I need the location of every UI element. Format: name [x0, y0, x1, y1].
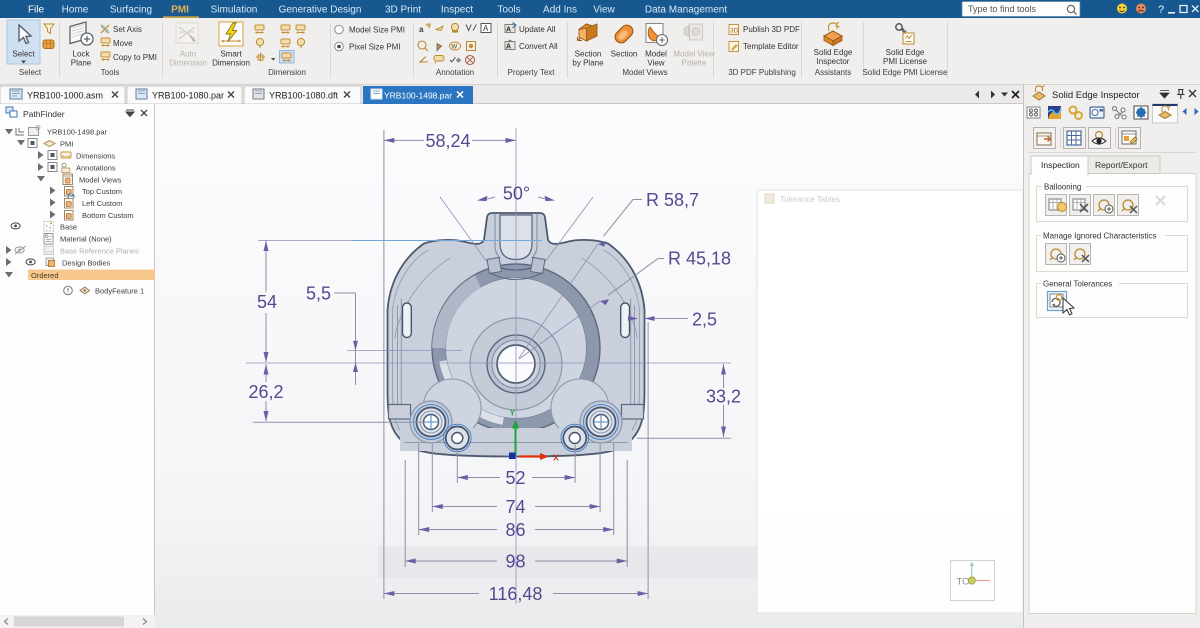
svg-text:Dimension: Dimension	[212, 59, 250, 68]
svg-text:Template Editor: Template Editor	[743, 42, 799, 51]
svg-text:A: A	[506, 44, 511, 51]
svg-text:Smart: Smart	[220, 50, 242, 59]
svg-text:Tolerance Tables: Tolerance Tables	[780, 195, 840, 204]
svg-text:2,5: 2,5	[692, 310, 717, 330]
svg-text:Palette: Palette	[682, 59, 707, 68]
svg-text:Manage Ignored Characteristics: Manage Ignored Characteristics	[1043, 232, 1156, 241]
svg-text:3D PDF Publishing: 3D PDF Publishing	[728, 68, 796, 77]
svg-text:Inspector: Inspector	[817, 57, 850, 66]
svg-text:Section: Section	[611, 50, 638, 59]
svg-text:Select: Select	[19, 68, 42, 77]
svg-text:74: 74	[505, 497, 525, 517]
svg-text:Type to find tools: Type to find tools	[968, 4, 1037, 14]
svg-text:Annotations: Annotations	[76, 164, 116, 173]
svg-text:PMI License: PMI License	[883, 57, 928, 66]
svg-text:Report/Export: Report/Export	[1095, 160, 1148, 170]
svg-text:File: File	[28, 5, 45, 16]
svg-text:98: 98	[505, 552, 525, 572]
svg-text:Inspection: Inspection	[1041, 160, 1080, 170]
svg-text:Update All: Update All	[519, 25, 556, 34]
svg-text:A: A	[483, 24, 489, 33]
svg-text:Home: Home	[62, 5, 89, 16]
svg-text:A: A	[506, 27, 511, 34]
svg-text:Base Reference Planes: Base Reference Planes	[60, 247, 139, 256]
svg-text:86: 86	[505, 520, 525, 540]
svg-text:Dimensions: Dimensions	[76, 152, 115, 161]
svg-text:Model Views: Model Views	[622, 68, 667, 77]
svg-text:R 58,7: R 58,7	[646, 190, 699, 210]
svg-text:Convert All: Convert All	[519, 42, 558, 51]
svg-text:50°: 50°	[503, 184, 530, 204]
svg-text:3D: 3D	[730, 28, 739, 35]
svg-text:Solid Edge PMI License: Solid Edge PMI License	[863, 68, 948, 77]
svg-text:Assistants: Assistants	[815, 68, 851, 77]
svg-text:?: ?	[1158, 4, 1164, 16]
svg-text:Bottom Custom: Bottom Custom	[82, 211, 134, 220]
svg-text:116,48: 116,48	[489, 584, 543, 604]
svg-text:PMI: PMI	[171, 5, 189, 16]
svg-text:X: X	[553, 453, 559, 463]
svg-text:Data Management: Data Management	[645, 5, 727, 16]
svg-text:Tools: Tools	[497, 5, 520, 16]
svg-text:Lock: Lock	[73, 50, 91, 59]
svg-text:General Tolerances: General Tolerances	[1043, 280, 1112, 289]
svg-text:Move: Move	[113, 39, 133, 48]
svg-text:Tools: Tools	[101, 68, 120, 77]
svg-text:Simulation: Simulation	[211, 5, 258, 16]
svg-text:View: View	[593, 5, 615, 16]
svg-text:Generative Design: Generative Design	[279, 5, 362, 16]
svg-text:YRB100-1080.par: YRB100-1080.par	[152, 91, 224, 101]
svg-text:Dimension: Dimension	[268, 68, 306, 77]
svg-text:5,5: 5,5	[306, 284, 331, 304]
svg-text:BodyFeature 1: BodyFeature 1	[95, 287, 144, 296]
svg-text:58,24: 58,24	[425, 131, 470, 151]
svg-text:Top Custom: Top Custom	[82, 187, 122, 196]
svg-text:3D Print: 3D Print	[385, 5, 421, 16]
svg-text:YRB100-1000.asm: YRB100-1000.asm	[27, 91, 103, 101]
svg-text:R 45,18: R 45,18	[668, 249, 731, 269]
svg-text:52: 52	[505, 468, 525, 488]
svg-text:Design Bodies: Design Bodies	[62, 259, 111, 268]
svg-text:Solid Edge: Solid Edge	[814, 48, 853, 57]
svg-text:View: View	[647, 59, 664, 68]
svg-text:26,2: 26,2	[248, 382, 283, 402]
svg-text:Plane: Plane	[71, 59, 92, 68]
svg-text:54: 54	[257, 292, 277, 312]
svg-text:YRB100-1498.par: YRB100-1498.par	[47, 128, 108, 137]
svg-text:Model: Model	[645, 50, 667, 59]
svg-text:Model Size PMI: Model Size PMI	[349, 26, 405, 35]
svg-text:Ordered: Ordered	[31, 271, 59, 280]
svg-text:a: a	[419, 25, 424, 34]
svg-text:Property Text: Property Text	[508, 68, 556, 77]
svg-text:Base: Base	[60, 223, 77, 232]
svg-text:Auto: Auto	[180, 50, 197, 59]
svg-text:Model Views: Model Views	[79, 176, 122, 185]
svg-text:Section: Section	[575, 50, 602, 59]
svg-text:Material (None): Material (None)	[60, 235, 112, 244]
svg-text:Inspect: Inspect	[441, 5, 473, 16]
svg-text:Model View: Model View	[673, 50, 714, 59]
svg-text:Left Custom: Left Custom	[82, 199, 122, 208]
svg-text:Dimension: Dimension	[169, 59, 207, 68]
svg-text:Annotation: Annotation	[436, 68, 474, 77]
svg-text:Pixel Size PMI: Pixel Size PMI	[349, 43, 401, 52]
svg-text:Solid Edge: Solid Edge	[886, 48, 925, 57]
svg-text:Y: Y	[510, 408, 516, 418]
svg-text:PathFinder: PathFinder	[23, 109, 65, 119]
svg-text:Surfacing: Surfacing	[110, 5, 152, 16]
svg-text:Select: Select	[12, 50, 35, 59]
svg-text:W: W	[452, 45, 458, 51]
svg-text:Ballooning: Ballooning	[1044, 183, 1081, 192]
svg-text:Set Axis: Set Axis	[113, 25, 142, 34]
svg-text:Add Ins: Add Ins	[543, 5, 577, 16]
svg-text:YRB100-1498.par: YRB100-1498.par	[384, 91, 452, 101]
svg-text:33,2: 33,2	[706, 387, 741, 407]
svg-text:by Plane: by Plane	[572, 59, 604, 68]
svg-text:Copy to PMI: Copy to PMI	[113, 53, 157, 62]
svg-text:Solid Edge Inspector: Solid Edge Inspector	[1052, 90, 1140, 101]
svg-text:Publish 3D PDF: Publish 3D PDF	[743, 25, 800, 34]
svg-text:YRB100-1080.dft: YRB100-1080.dft	[269, 91, 339, 101]
svg-text:PMI: PMI	[60, 140, 73, 149]
